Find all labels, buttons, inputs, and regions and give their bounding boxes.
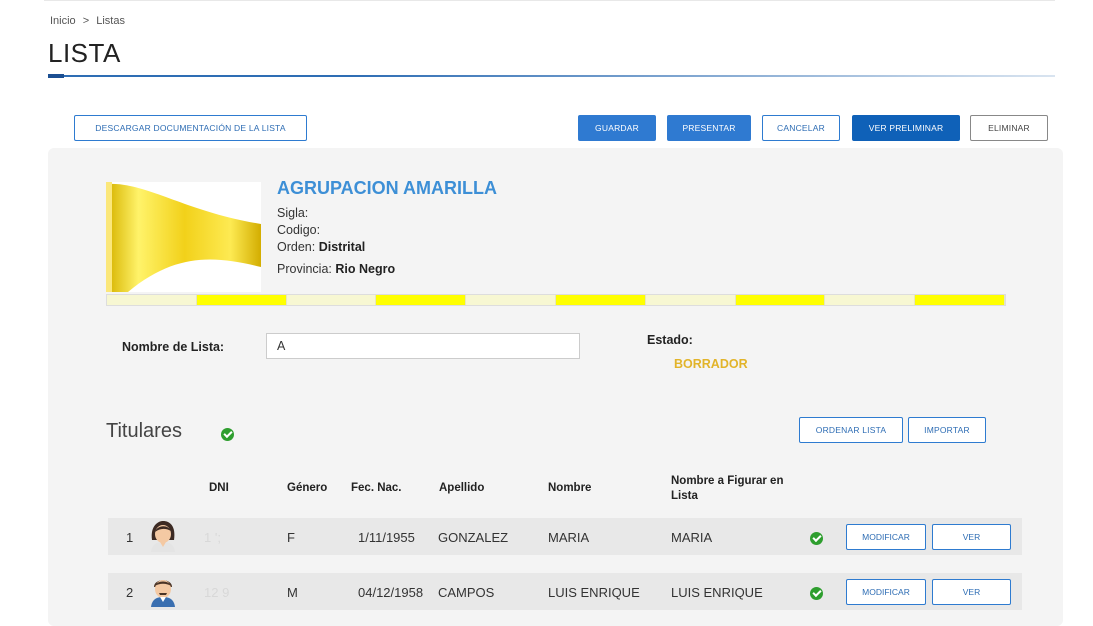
list-name-input[interactable]: A (266, 333, 580, 359)
row-nombre: MARIA (548, 530, 590, 545)
titulares-valid-icon (221, 428, 234, 441)
import-button[interactable]: IMPORTAR (908, 417, 986, 443)
orden-label: Orden: (277, 240, 316, 254)
row-apellido: CAMPOS (438, 585, 495, 600)
view-button[interactable]: VER (932, 579, 1011, 605)
row-figurar: MARIA (671, 530, 713, 545)
table-row: 2 12 9 M 04/12/1958 CAMPOS LUIS ENRIQUE … (108, 573, 1022, 610)
row-genero: F (287, 530, 295, 545)
row-dni: 1 '; (204, 530, 221, 545)
provincia-label: Provincia: (277, 262, 332, 276)
provincia-value: Rio Negro (335, 262, 396, 276)
submit-button[interactable]: PRESENTAR (667, 115, 751, 141)
order-list-button[interactable]: ORDENAR LISTA (799, 417, 903, 443)
modify-button[interactable]: MODIFICAR (846, 524, 926, 550)
title-divider-accent (48, 74, 64, 78)
orden-value: Distrital (318, 240, 366, 254)
provincia-row: Provincia: Rio Negro (277, 262, 395, 276)
row-figurar: LUIS ENRIQUE (671, 585, 763, 600)
row-fec-nac: 1/11/1955 (358, 530, 415, 545)
title-divider (48, 75, 1055, 77)
codigo-label: Codigo: (277, 223, 321, 237)
titulares-heading: Titulares (106, 420, 182, 442)
cancel-button[interactable]: CANCELAR (762, 115, 840, 141)
breadcrumb-home[interactable]: Inicio (50, 15, 76, 27)
list-name-label: Nombre de Lista: (122, 340, 225, 354)
preview-button[interactable]: VER PRELIMINAR (852, 115, 960, 141)
status-value: BORRADOR (674, 357, 748, 371)
header-nombre: Nombre (548, 482, 592, 494)
row-valid-icon (810, 587, 823, 600)
header-apellido: Apellido (439, 482, 485, 494)
row-number: 2 (126, 585, 134, 600)
row-fec-nac: 04/12/1958 (358, 585, 424, 600)
party-color-stripe (106, 294, 1006, 306)
top-border (44, 0, 1055, 10)
view-button[interactable]: VER (932, 524, 1011, 550)
header-figurar: Nombre a Figurar en Lista (671, 475, 784, 502)
sigla-label: Sigla: (277, 206, 309, 220)
download-documentation-button[interactable]: DESCARGAR DOCUMENTACIÓN DE LA LISTA (74, 115, 307, 141)
save-button[interactable]: GUARDAR (578, 115, 656, 141)
row-valid-icon (810, 532, 823, 545)
female-avatar-icon (151, 521, 175, 552)
row-dni: 12 9 (204, 585, 230, 600)
row-number: 1 (126, 530, 134, 545)
party-flag-logo (106, 182, 261, 292)
header-dni: DNI (209, 482, 229, 494)
male-avatar-icon (151, 580, 175, 607)
orden-row: Orden: Distrital (277, 240, 365, 254)
header-genero: Género (287, 482, 328, 494)
row-nombre: LUIS ENRIQUE (548, 585, 640, 600)
status-label: Estado: (647, 333, 693, 347)
row-genero: M (287, 585, 298, 600)
breadcrumb-current[interactable]: Listas (96, 15, 125, 27)
table-row: 1 1 '; F 1/11/1955 GONZALEZ MARIA MARIA … (108, 518, 1022, 555)
breadcrumb: Inicio > Listas (50, 15, 129, 27)
breadcrumb-separator: > (82, 15, 90, 27)
modify-button[interactable]: MODIFICAR (846, 579, 926, 605)
party-name: AGRUPACION AMARILLA (277, 178, 497, 198)
header-fec-nac: Fec. Nac. (351, 482, 402, 494)
delete-button[interactable]: ELIMINAR (970, 115, 1048, 141)
page-title: LISTA (48, 38, 121, 68)
row-apellido: GONZALEZ (438, 530, 509, 545)
